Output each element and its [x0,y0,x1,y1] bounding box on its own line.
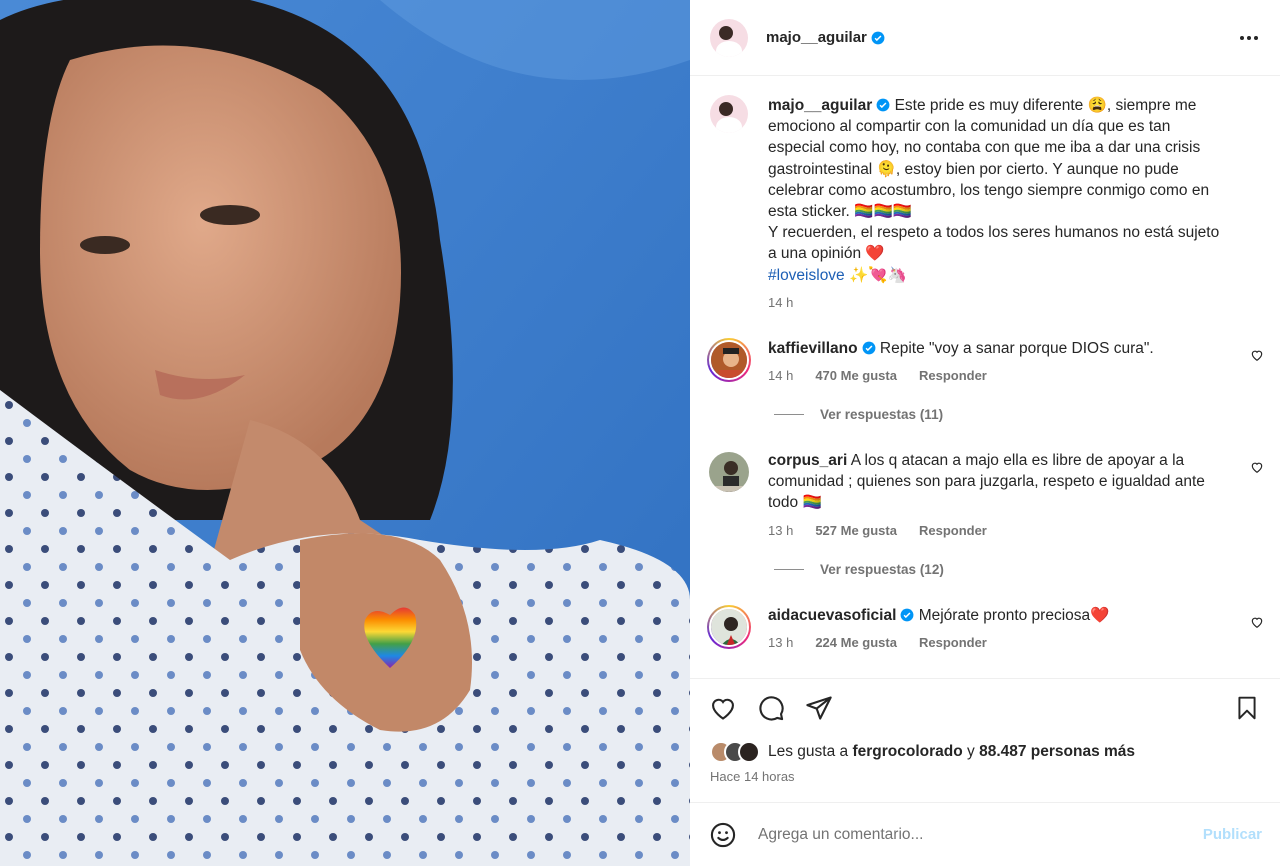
comment-meta: 13 h 224 Me gusta Responder [768,635,1220,650]
post-panel: majo__aguilar majo__aguilar Este pride e… [690,0,1280,866]
publish-button[interactable]: Publicar [1203,826,1262,843]
post-caption: majo__aguilar Este pride es muy diferent… [690,77,1280,310]
comment-time[interactable]: 13 h [768,635,793,650]
like-comment-heart-icon[interactable] [1250,348,1264,362]
view-replies-label[interactable]: Ver respuestas (11) [820,407,943,422]
comment-body: Repite "voy a sanar porque DIOS cura". [879,339,1154,357]
verified-badge-icon [871,31,885,44]
hashtag-emoji: ✨💘🦄 [844,266,907,284]
share-send-icon[interactable] [804,693,834,723]
likes-prefix: Les gusta a [768,743,849,760]
post-photo[interactable] [0,0,690,866]
hashtag-link[interactable]: #loveislove [768,267,845,284]
post-header: majo__aguilar [690,0,1280,76]
view-replies-label[interactable]: Ver respuestas (12) [820,562,944,577]
comment-text: kaffievillano Repite "voy a sanar porque… [768,338,1220,359]
caption-text: majo__aguilar Este pride es muy diferent… [768,95,1220,286]
liker-avatars[interactable] [710,741,760,763]
like-comment-heart-icon[interactable] [1250,615,1264,629]
caption-body-2: Y recuerden, el respeto a todos los sere… [768,224,1220,263]
comment-body: Mejórate pronto preciosa❤️ [918,606,1110,624]
view-replies-button[interactable]: Ver respuestas (11) [774,407,1280,422]
comment-input[interactable] [758,825,1203,844]
author-username[interactable]: majo__aguilar [766,29,867,46]
post-actions: Les gusta a fergrocolorado y 88.487 pers… [690,678,1280,802]
comment-likes[interactable]: 527 Me gusta [815,523,897,538]
comment-username[interactable]: aidacuevasoficial [768,607,896,624]
caption-meta: 14 h [768,295,1220,310]
commenter-avatar[interactable] [707,604,751,649]
verified-badge-icon [900,608,914,622]
comment-item: kaffievillano Repite "voy a sanar porque… [690,337,1280,383]
more-options-icon[interactable] [1236,25,1262,51]
commenter-avatar[interactable] [707,450,751,495]
bookmark-icon[interactable] [1232,693,1262,723]
view-replies-button[interactable]: Ver respuestas (12) [774,562,1280,577]
reply-button[interactable]: Responder [919,368,987,383]
commenter-avatar[interactable] [707,337,751,382]
like-comment-heart-icon[interactable] [1250,460,1264,474]
add-comment-bar: Publicar [690,802,1280,866]
comment-likes[interactable]: 224 Me gusta [815,635,897,650]
liker-avatar [738,741,760,763]
likes-count[interactable]: 88.487 personas más [979,743,1135,761]
comment-text: corpus_ari A los q atacan a majo ella es… [768,450,1220,514]
comment-meta: 14 h 470 Me gusta Responder [768,368,1220,383]
caption-body-1: Este pride es muy diferente 😩, siempre m… [768,97,1210,221]
comment-username[interactable]: kaffievillano [768,340,858,357]
reply-button[interactable]: Responder [919,635,987,650]
caption-author-avatar[interactable] [710,95,748,133]
emoji-icon[interactable] [708,820,738,850]
comment-item: aidacuevasoficial Mejórate pronto precio… [690,604,1280,650]
action-bar [690,679,1280,737]
likes-summary: Les gusta a fergrocolorado y 88.487 pers… [690,737,1280,767]
caption-username[interactable]: majo__aguilar [768,97,872,114]
comment-time[interactable]: 14 h [768,368,793,383]
likes-middle: y [967,743,975,760]
caption-time[interactable]: 14 h [768,295,793,310]
comment-likes[interactable]: 470 Me gusta [815,368,897,383]
like-heart-icon[interactable] [708,693,738,723]
verified-badge-icon [876,98,890,112]
comment-item: corpus_ari A los q atacan a majo ella es… [690,450,1280,538]
comment-meta: 13 h 527 Me gusta Responder [768,523,1220,538]
comment-time[interactable]: 13 h [768,523,793,538]
replies-divider [774,414,804,416]
verified-badge-icon [862,341,876,355]
comment-username[interactable]: corpus_ari [768,452,847,469]
reply-button[interactable]: Responder [919,523,987,538]
author-avatar[interactable] [710,18,748,57]
post-timestamp[interactable]: Hace 14 horas [690,767,1280,786]
replies-divider [774,568,804,570]
comment-text: aidacuevasoficial Mejórate pronto precio… [768,605,1220,626]
likes-user[interactable]: fergrocolorado [852,743,962,761]
comments-section[interactable]: majo__aguilar Este pride es muy diferent… [690,77,1280,677]
comment-bubble-icon[interactable] [756,693,786,723]
